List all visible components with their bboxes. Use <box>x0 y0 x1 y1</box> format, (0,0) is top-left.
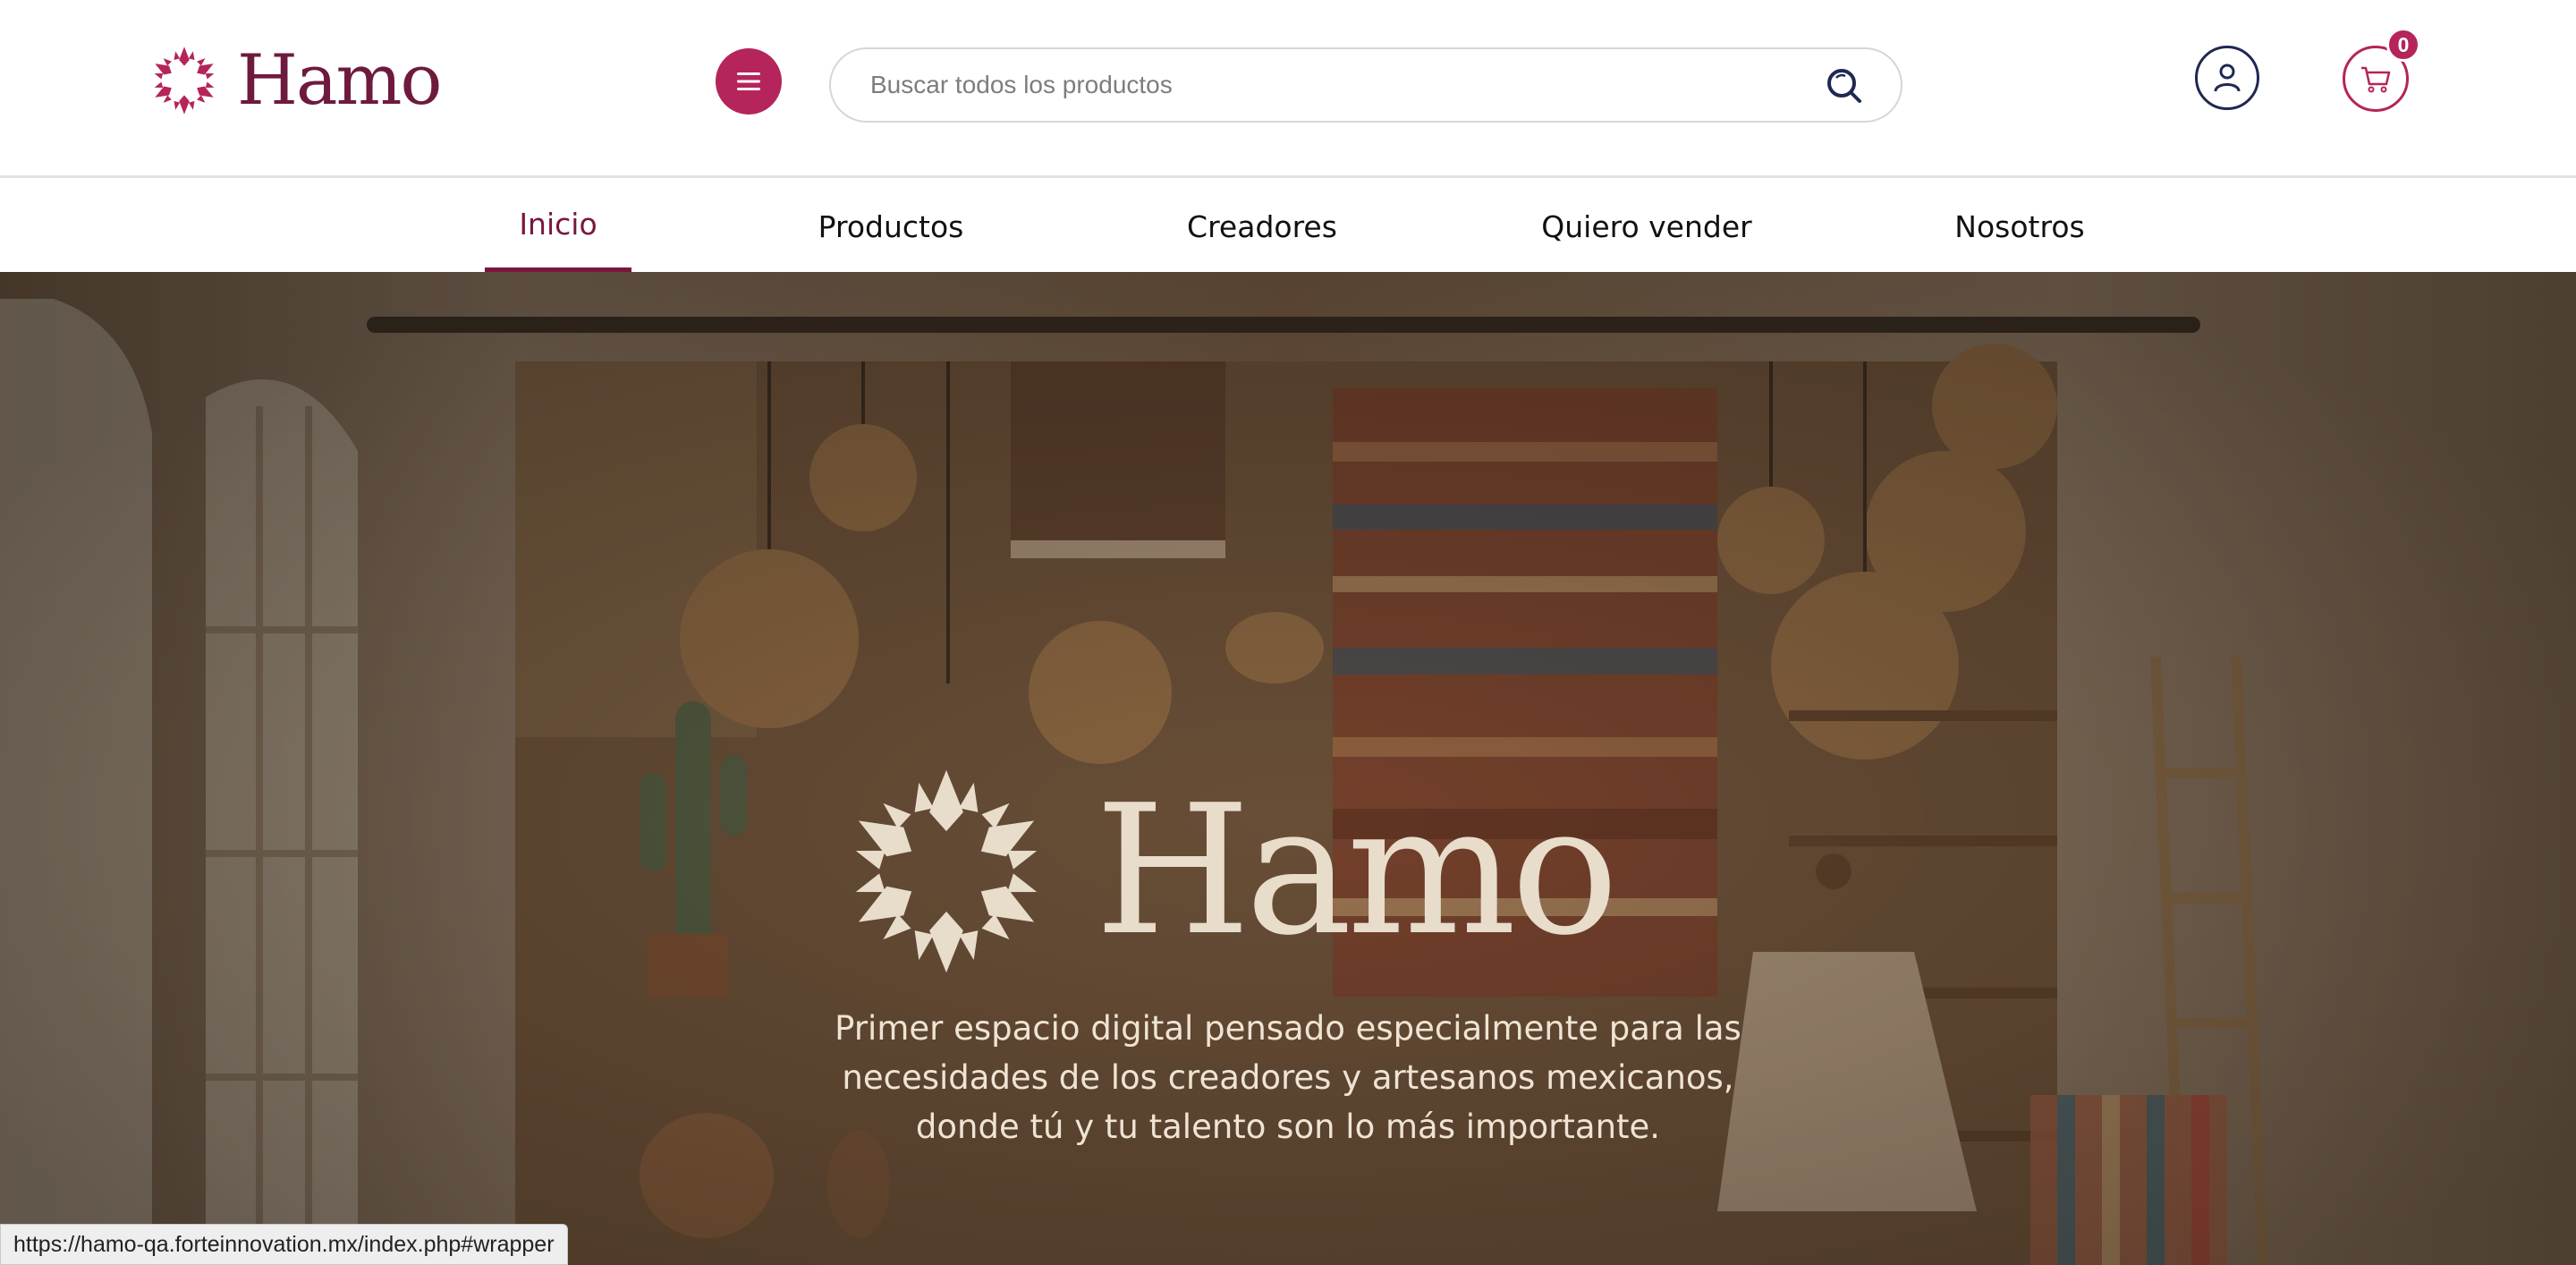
user-account-icon <box>2214 64 2241 92</box>
nav-item-nosotros[interactable]: Nosotros <box>1934 181 2106 272</box>
hero-banner: Hamo Primer espacio digital pensado espe… <box>0 272 2576 1265</box>
main-navigation: Inicio Productos Creadores Quiero vender… <box>0 181 2576 272</box>
hamburger-menu-icon <box>737 72 760 90</box>
account-button[interactable] <box>2195 46 2259 110</box>
cart-count-badge: 0 <box>2386 28 2420 62</box>
search-input[interactable] <box>870 49 1818 121</box>
search-icon[interactable] <box>1824 65 1865 106</box>
nav-item-productos[interactable]: Productos <box>796 181 986 272</box>
nav-item-inicio[interactable]: Inicio <box>485 181 631 272</box>
hero-tagline-line: donde tú y tu talento son lo más importa… <box>915 1108 1661 1146</box>
site-header: Hamo 0 <box>0 0 2576 178</box>
brand-logo[interactable]: Hamo <box>148 40 442 121</box>
brand-star-icon <box>149 47 219 115</box>
hero-logo: Hamo <box>841 766 1619 977</box>
search-bar <box>829 47 1902 123</box>
hero-tagline-line: necesidades de los creadores y artesanos… <box>842 1058 1734 1097</box>
shopping-cart-icon <box>2361 66 2391 93</box>
hero-tagline: Primer espacio digital pensado especialm… <box>805 1004 1771 1151</box>
hero-brand-name: Hamo <box>1095 767 1619 975</box>
menu-button[interactable] <box>716 48 782 115</box>
nav-item-creadores[interactable]: Creadores <box>1172 181 1352 272</box>
brand-name: Hamo <box>237 40 442 121</box>
browser-status-url: https://hamo-qa.forteinnovation.mx/index… <box>0 1224 568 1265</box>
hero-tagline-line: Primer espacio digital pensado especialm… <box>835 1009 1741 1048</box>
nav-item-quiero-vender[interactable]: Quiero vender <box>1531 181 1762 272</box>
brand-star-icon <box>843 769 1050 973</box>
